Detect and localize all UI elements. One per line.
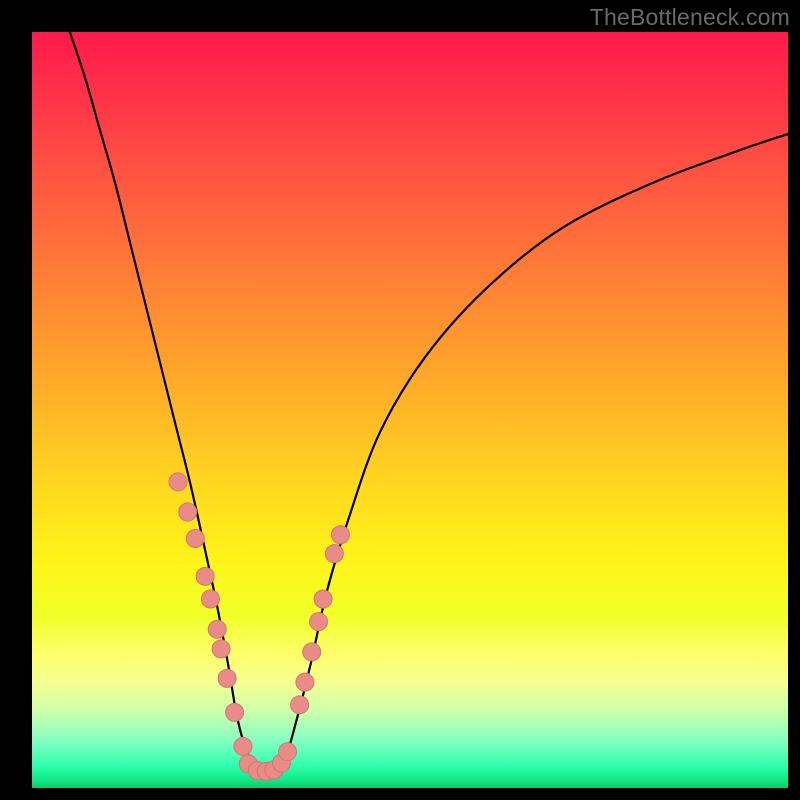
- data-marker: [212, 640, 230, 658]
- chart-stage: TheBottleneck.com: [0, 0, 800, 800]
- data-marker: [186, 530, 204, 548]
- data-marker: [234, 737, 252, 755]
- data-marker: [169, 473, 187, 491]
- watermark-text: TheBottleneck.com: [590, 4, 790, 31]
- data-marker: [314, 590, 332, 608]
- data-marker: [325, 545, 343, 563]
- data-marker: [296, 673, 314, 691]
- data-marker: [310, 613, 328, 631]
- data-marker: [196, 567, 214, 585]
- data-marker: [239, 755, 257, 773]
- data-marker: [218, 669, 236, 687]
- marker-group: [169, 473, 350, 781]
- data-marker: [257, 762, 275, 780]
- data-marker: [201, 590, 219, 608]
- data-marker: [272, 754, 290, 772]
- data-marker: [248, 762, 266, 780]
- data-marker: [291, 696, 309, 714]
- data-marker: [265, 761, 283, 779]
- data-marker: [303, 643, 321, 661]
- plot-area: [32, 32, 788, 788]
- data-marker: [331, 526, 349, 544]
- data-marker: [279, 743, 297, 761]
- data-marker: [226, 703, 244, 721]
- data-marker: [208, 620, 226, 638]
- bottleneck-curve: [70, 32, 788, 772]
- curve-overlay: [32, 32, 788, 788]
- data-marker: [179, 503, 197, 521]
